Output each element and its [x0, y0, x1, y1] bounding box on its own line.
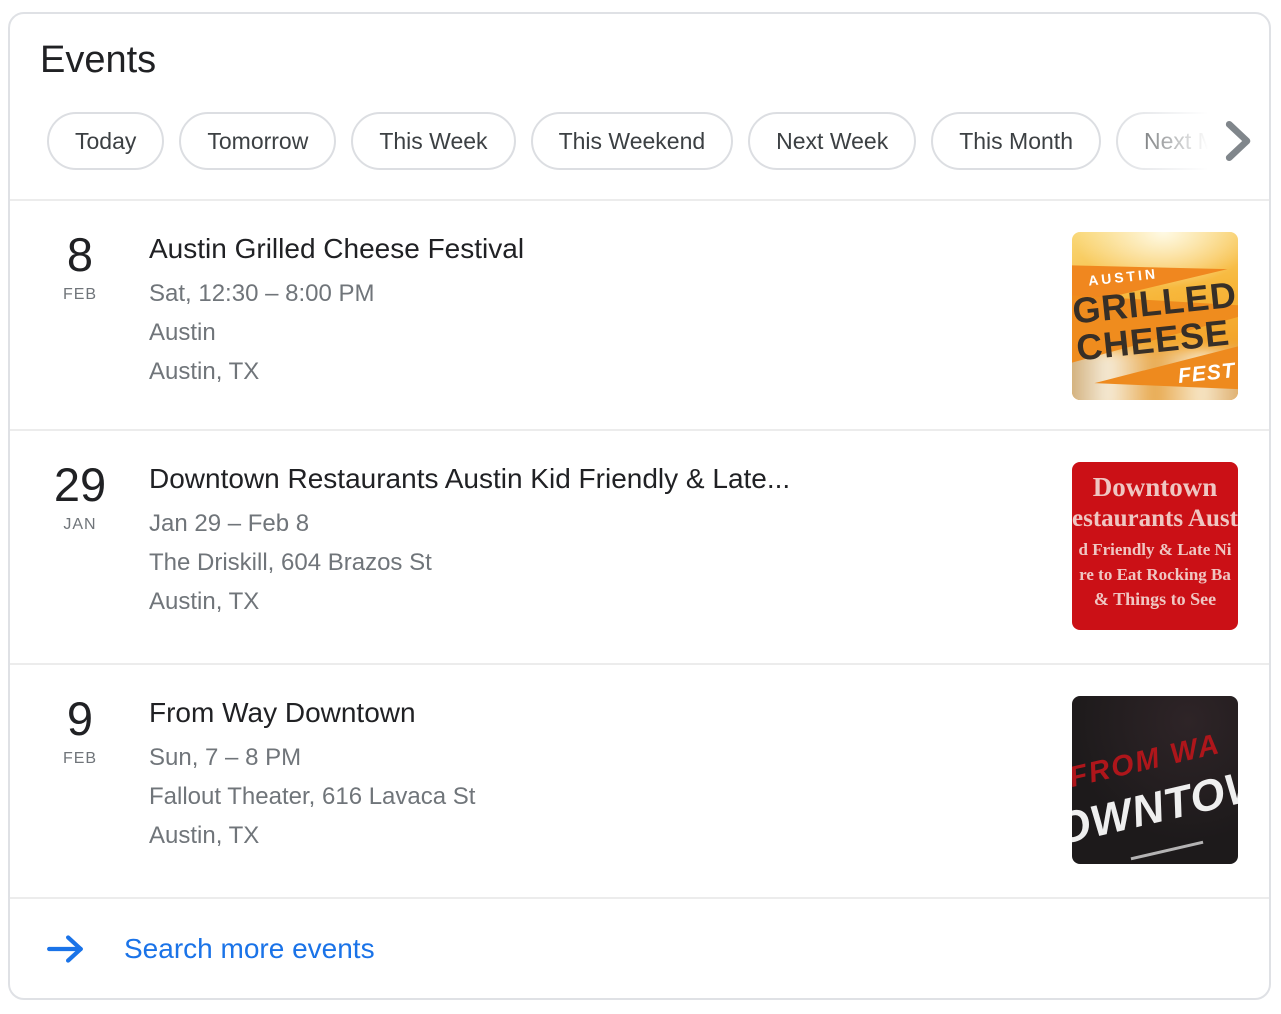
arrow-right-icon [46, 933, 94, 965]
filter-chip-this-month[interactable]: This Month [931, 112, 1101, 170]
event-city: Austin, TX [149, 588, 260, 615]
event-date-day: 8 [66, 228, 94, 281]
poster-line: d Friendly & Late Ni [1078, 540, 1232, 559]
event-date-month: FEB [62, 286, 98, 303]
event-info: Austin Grilled Cheese Festival Sat, 12:3… [149, 232, 1072, 429]
event-title: Downtown Restaurants Austin Kid Friendly… [149, 463, 791, 494]
event-date-month: JAN [63, 516, 97, 533]
event-date-month: FEB [62, 750, 98, 767]
event-thumbnail-dark-comedy-poster: FROM WA OWNTOW [1072, 696, 1238, 864]
event-row-downtown-restaurants[interactable]: 29 JAN Downtown Restaurants Austin Kid F… [10, 429, 1269, 663]
poster-line: & Things to See [1093, 589, 1217, 609]
event-date: 8 FEB [46, 228, 114, 429]
event-row-austin-grilled-cheese-festival[interactable]: 8 FEB Austin Grilled Cheese Festival Sat… [10, 199, 1269, 429]
filter-chip-this-weekend[interactable]: This Weekend [530, 112, 734, 170]
filter-chip-today[interactable]: Today [47, 112, 165, 170]
page-title: Events [40, 39, 157, 81]
event-venue: The Driskill, 604 Brazos St [149, 549, 432, 576]
event-thumbnail-grilled-cheese-poster: AUSTIN GRILLED CHEESE FEST [1072, 232, 1238, 400]
event-title: Austin Grilled Cheese Festival [149, 233, 525, 264]
event-info: Downtown Restaurants Austin Kid Friendly… [149, 462, 1072, 663]
filter-chip-next-week[interactable]: Next Week [748, 112, 917, 170]
poster-caption-line [1130, 840, 1204, 861]
search-more-events-label: Search more events [124, 932, 375, 964]
chevron-right-icon [1222, 121, 1252, 164]
poster-line: estaurants Austi [1072, 505, 1238, 532]
filter-chip-tomorrow[interactable]: Tomorrow [179, 112, 337, 170]
event-date-day: 29 [53, 458, 107, 511]
poster-line: Downtown [1092, 472, 1218, 502]
event-info: From Way Downtown Sun, 7 – 8 PM Fallout … [149, 696, 1072, 897]
event-row-from-way-downtown[interactable]: 9 FEB From Way Downtown Sun, 7 – 8 PM Fa… [10, 663, 1269, 897]
event-city: Austin, TX [149, 358, 260, 385]
filter-chip-this-week[interactable]: This Week [351, 112, 516, 170]
event-venue: Austin [149, 319, 216, 346]
filter-chip-row: Today Tomorrow This Week This Weekend Ne… [10, 112, 1269, 170]
events-card-header: Events Today Tomorrow This Week This Wee… [10, 38, 1269, 199]
event-thumbnail-red-text-poster: Downtown estaurants Austi d Friendly & L… [1072, 462, 1238, 630]
event-time: Sun, 7 – 8 PM [149, 744, 302, 771]
events-card: Events Today Tomorrow This Week This Wee… [8, 12, 1271, 1000]
event-title: From Way Downtown [149, 697, 416, 728]
poster-line: re to Eat Rocking Ba [1079, 565, 1231, 584]
event-date: 9 FEB [46, 692, 114, 897]
event-time: Sat, 12:30 – 8:00 PM [149, 280, 375, 307]
scroll-chips-right-button[interactable] [1221, 121, 1253, 164]
filter-chip-track: Today Tomorrow This Week This Weekend Ne… [10, 112, 1269, 170]
event-date-day: 9 [66, 692, 94, 745]
event-city: Austin, TX [149, 822, 260, 849]
search-more-events-link[interactable]: Search more events [10, 897, 1269, 998]
event-date: 29 JAN [46, 458, 114, 663]
event-time: Jan 29 – Feb 8 [149, 510, 310, 537]
event-venue: Fallout Theater, 616 Lavaca St [149, 783, 476, 810]
